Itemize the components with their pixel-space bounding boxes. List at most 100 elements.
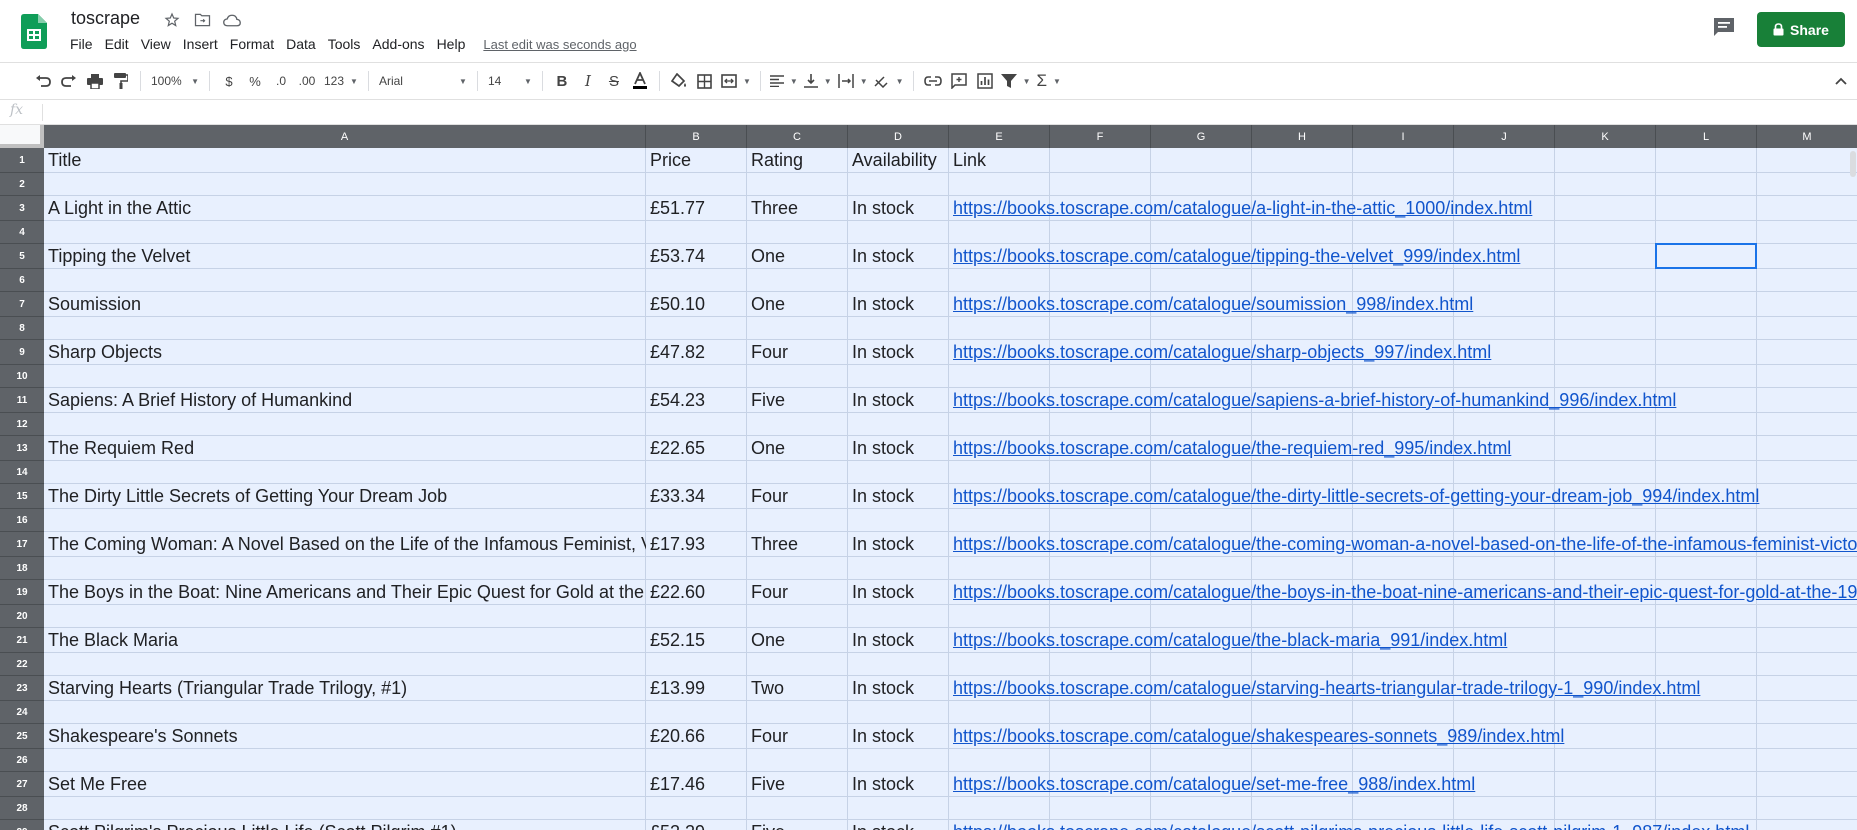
decrease-decimal-button[interactable]: .0 — [268, 67, 294, 95]
row-header-28[interactable]: 28 — [0, 797, 44, 820]
row-header-17[interactable]: 17 — [0, 532, 44, 557]
print-icon[interactable] — [82, 67, 108, 95]
undo-icon[interactable] — [30, 67, 56, 95]
row-header-12[interactable]: 12 — [0, 413, 44, 436]
cell-availability[interactable]: In stock — [848, 196, 949, 220]
move-folder-icon[interactable] — [192, 10, 212, 30]
cell-link[interactable]: https://books.toscrape.com/catalogue/the… — [949, 628, 1857, 652]
cell-availability[interactable]: In stock — [848, 772, 949, 796]
menu-addons[interactable]: Add-ons — [366, 34, 430, 54]
menu-insert[interactable]: Insert — [177, 34, 224, 54]
column-header-m[interactable]: M — [1757, 125, 1857, 148]
cell-rating[interactable]: Three — [747, 196, 848, 220]
cell-rating[interactable]: Four — [747, 724, 848, 748]
row-header-26[interactable]: 26 — [0, 749, 44, 772]
sheets-logo-icon[interactable] — [21, 14, 47, 49]
column-header-a[interactable]: A — [44, 125, 646, 148]
cell-price[interactable]: £33.34 — [646, 484, 747, 508]
cell-link[interactable]: https://books.toscrape.com/catalogue/sap… — [949, 388, 1857, 412]
insert-comment-icon[interactable] — [946, 67, 972, 95]
row-header-6[interactable]: 6 — [0, 269, 44, 292]
currency-format-button[interactable]: $ — [216, 67, 242, 95]
cell-link[interactable]: https://books.toscrape.com/catalogue/the… — [949, 436, 1857, 460]
cell-title[interactable]: The Dirty Little Secrets of Getting Your… — [44, 484, 646, 508]
cell-rating[interactable]: One — [747, 436, 848, 460]
menu-help[interactable]: Help — [431, 34, 472, 54]
cell-link[interactable]: Link — [949, 148, 1857, 172]
cell-rating[interactable]: Five — [747, 820, 848, 830]
cell-rating[interactable]: Five — [747, 772, 848, 796]
star-icon[interactable] — [162, 10, 182, 30]
cell-price[interactable]: £20.66 — [646, 724, 747, 748]
cell-rating[interactable]: Three — [747, 532, 848, 556]
cell-rating[interactable]: Rating — [747, 148, 848, 172]
menu-tools[interactable]: Tools — [322, 34, 367, 54]
cell-availability[interactable]: In stock — [848, 628, 949, 652]
cell-link[interactable]: https://books.toscrape.com/catalogue/the… — [949, 580, 1857, 604]
functions-icon[interactable]: Σ ▼ — [1033, 67, 1063, 95]
menu-format[interactable]: Format — [224, 34, 280, 54]
vertical-align-icon[interactable]: ▼ — [801, 67, 835, 95]
cell-price[interactable]: £22.65 — [646, 436, 747, 460]
menu-edit[interactable]: Edit — [99, 34, 135, 54]
column-header-e[interactable]: E — [949, 125, 1050, 148]
cell-rating[interactable]: Four — [747, 580, 848, 604]
text-wrap-icon[interactable]: ▼ — [835, 67, 871, 95]
column-header-i[interactable]: I — [1353, 125, 1454, 148]
cell-link[interactable]: https://books.toscrape.com/catalogue/sha… — [949, 724, 1857, 748]
horizontal-align-icon[interactable]: ▼ — [767, 67, 801, 95]
column-header-d[interactable]: D — [848, 125, 949, 148]
text-color-icon[interactable] — [627, 67, 653, 95]
row-header-16[interactable]: 16 — [0, 509, 44, 532]
cell-title[interactable]: The Coming Woman: A Novel Based on the L… — [44, 532, 646, 556]
cell-title[interactable]: Set Me Free — [44, 772, 646, 796]
row-header-29[interactable]: 29 — [0, 820, 44, 830]
cell-rating[interactable]: One — [747, 292, 848, 316]
column-header-h[interactable]: H — [1252, 125, 1353, 148]
cell-link[interactable]: https://books.toscrape.com/catalogue/the… — [949, 532, 1857, 556]
cell-price[interactable]: £47.82 — [646, 340, 747, 364]
row-header-23[interactable]: 23 — [0, 676, 44, 701]
cell-title[interactable]: Sharp Objects — [44, 340, 646, 364]
share-button[interactable]: Share — [1757, 12, 1845, 47]
row-header-10[interactable]: 10 — [0, 365, 44, 388]
cell-title[interactable]: Soumission — [44, 292, 646, 316]
row-header-20[interactable]: 20 — [0, 605, 44, 628]
column-header-b[interactable]: B — [646, 125, 747, 148]
redo-icon[interactable] — [56, 67, 82, 95]
column-header-g[interactable]: G — [1151, 125, 1252, 148]
insert-chart-icon[interactable] — [972, 67, 998, 95]
more-formats-select[interactable]: 123 ▼ — [320, 74, 362, 88]
cloud-status-icon[interactable] — [222, 10, 242, 30]
cell-title[interactable]: The Requiem Red — [44, 436, 646, 460]
cell-price[interactable]: £17.46 — [646, 772, 747, 796]
cell-title[interactable]: Sapiens: A Brief History of Humankind — [44, 388, 646, 412]
borders-icon[interactable] — [692, 67, 718, 95]
cell-title[interactable]: A Light in the Attic — [44, 196, 646, 220]
row-header-14[interactable]: 14 — [0, 461, 44, 484]
row-header-9[interactable]: 9 — [0, 340, 44, 365]
cell-link[interactable]: https://books.toscrape.com/catalogue/sha… — [949, 340, 1857, 364]
cell-price[interactable]: £50.10 — [646, 292, 747, 316]
select-all-corner[interactable] — [0, 125, 44, 148]
strikethrough-icon[interactable]: S — [601, 67, 627, 95]
column-header-c[interactable]: C — [747, 125, 848, 148]
column-header-j[interactable]: J — [1454, 125, 1555, 148]
cell-price[interactable]: £17.93 — [646, 532, 747, 556]
link-icon[interactable] — [920, 67, 946, 95]
cell-availability[interactable]: In stock — [848, 724, 949, 748]
row-header-24[interactable]: 24 — [0, 701, 44, 724]
filter-icon[interactable]: ▼ — [998, 67, 1034, 95]
fill-color-icon[interactable] — [666, 67, 692, 95]
cell-link[interactable]: https://books.toscrape.com/catalogue/a-l… — [949, 196, 1857, 220]
cell-availability[interactable]: In stock — [848, 388, 949, 412]
cell-rating[interactable]: One — [747, 244, 848, 268]
italic-icon[interactable]: I — [575, 67, 601, 95]
cell-price[interactable]: £51.77 — [646, 196, 747, 220]
row-header-22[interactable]: 22 — [0, 653, 44, 676]
row-header-25[interactable]: 25 — [0, 724, 44, 749]
cell-rating[interactable]: Five — [747, 388, 848, 412]
increase-decimal-button[interactable]: .00 — [294, 67, 320, 95]
column-header-k[interactable]: K — [1555, 125, 1656, 148]
cell-link[interactable]: https://books.toscrape.com/catalogue/the… — [949, 484, 1857, 508]
